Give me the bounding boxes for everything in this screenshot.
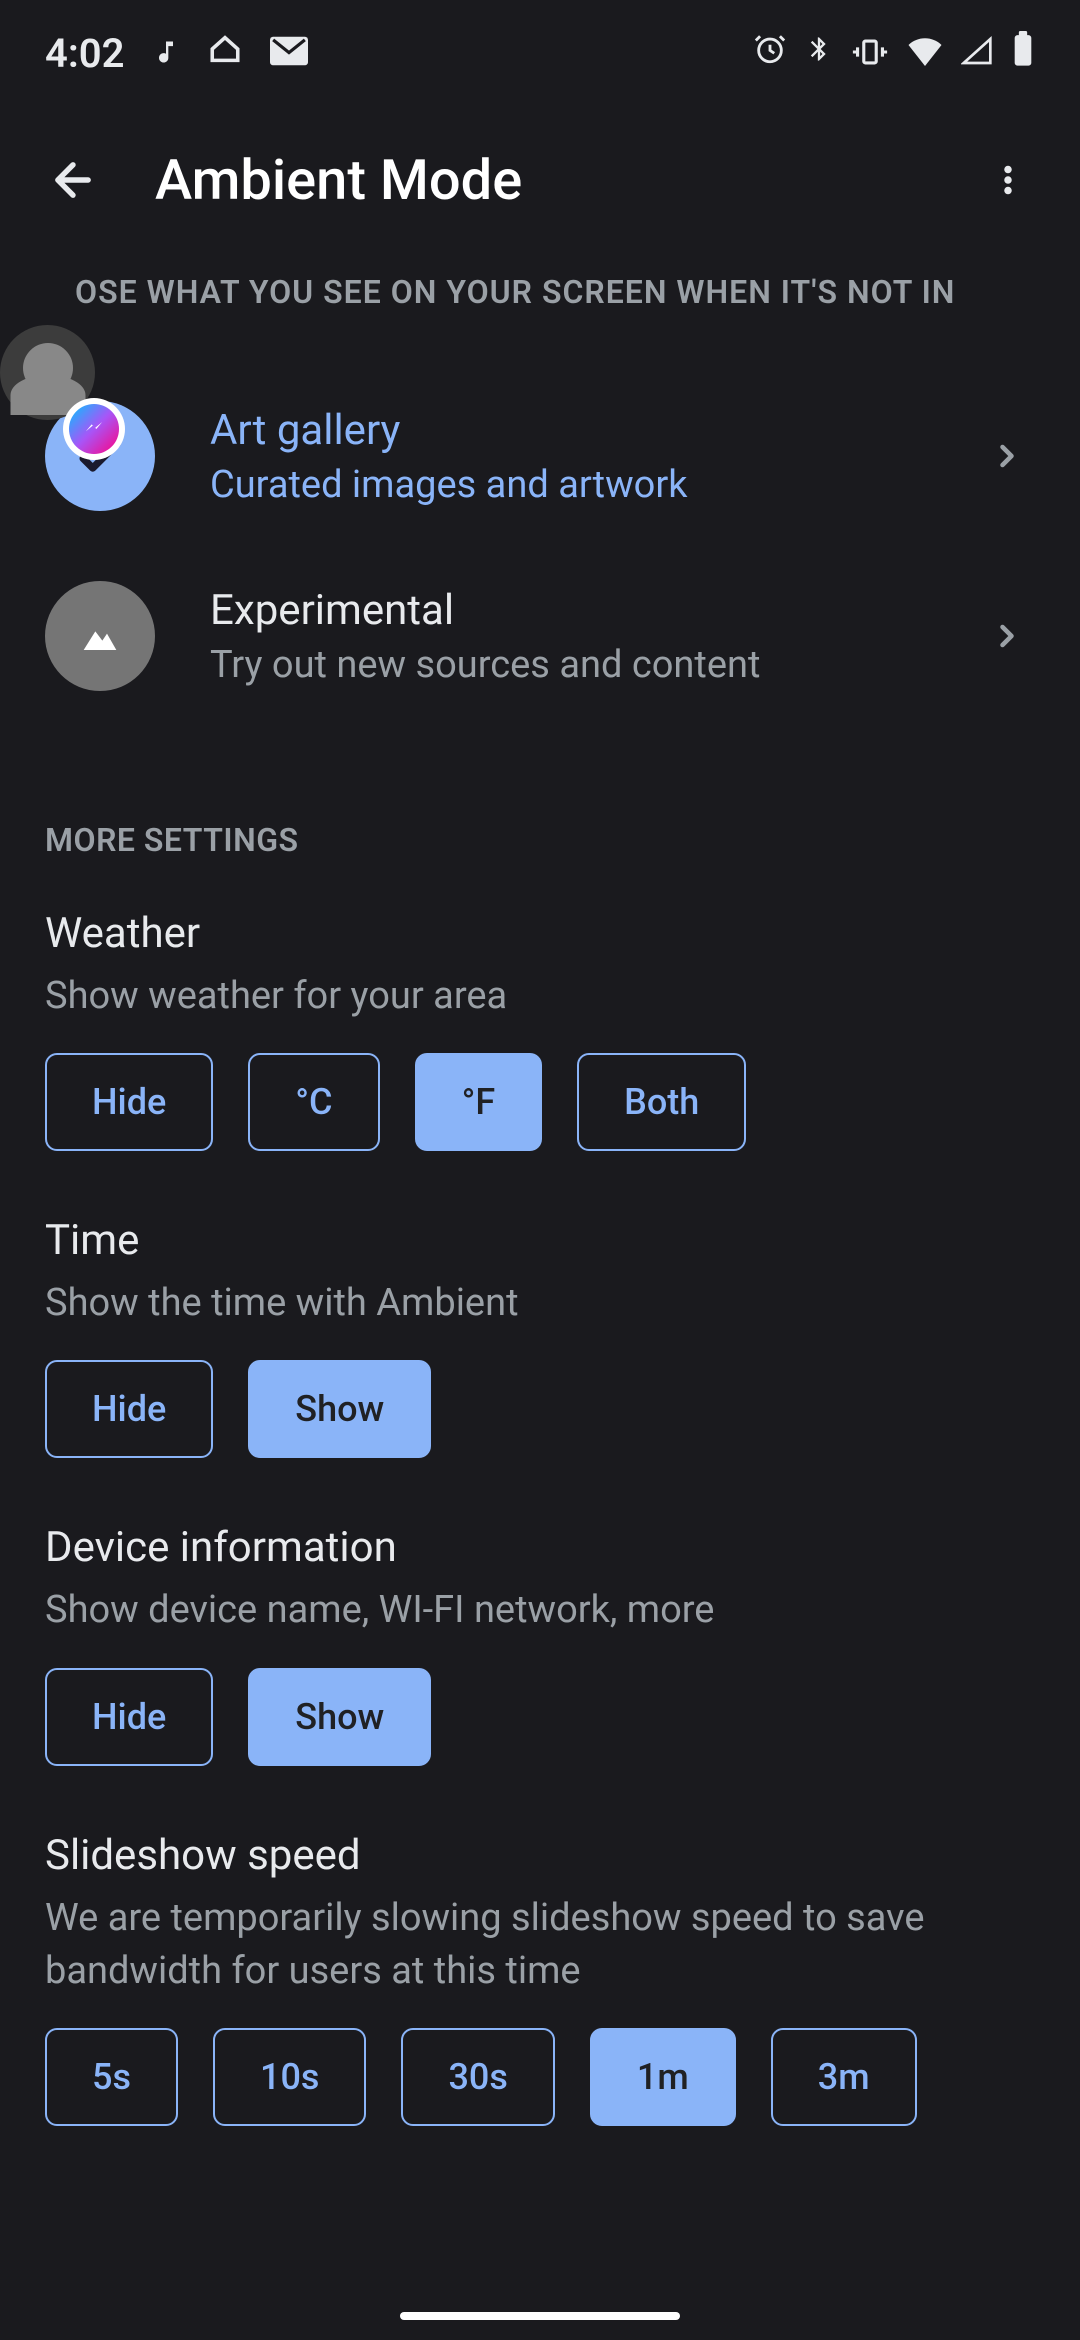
- setting-title: Device information: [45, 1523, 1035, 1572]
- setting-time: Time Show the time with Ambient Hide Sho…: [45, 1216, 1035, 1458]
- weather-hide-button[interactable]: Hide: [45, 1053, 213, 1151]
- bluetooth-icon: [805, 32, 833, 76]
- wifi-icon: [907, 32, 943, 76]
- slideshow-buttons: 5s 10s 30s 1m 3m: [45, 2028, 1035, 2126]
- weather-celsius-button[interactable]: °C: [248, 1053, 379, 1151]
- device-info-show-button[interactable]: Show: [248, 1668, 431, 1766]
- music-note-icon: [152, 32, 180, 76]
- option-title: Experimental: [210, 586, 934, 635]
- header-label: OSE WHAT YOU SEE ON YOUR SCREEN WHEN IT'…: [75, 273, 1035, 311]
- more-menu-button[interactable]: [980, 153, 1035, 208]
- status-left: 4:02: [45, 30, 308, 77]
- weather-both-button[interactable]: Both: [577, 1053, 746, 1151]
- setting-description: Show the time with Ambient: [45, 1277, 1035, 1330]
- time-show-button[interactable]: Show: [248, 1360, 431, 1458]
- chevron-right-icon: [989, 438, 1025, 474]
- slideshow-3m-button[interactable]: 3m: [771, 2028, 917, 2126]
- setting-description: Show device name, WI-FI network, more: [45, 1584, 1035, 1637]
- home-icon: [208, 32, 242, 76]
- setting-weather: Weather Show weather for your area Hide …: [45, 909, 1035, 1151]
- status-time: 4:02: [45, 30, 124, 77]
- mountain-icon: [72, 608, 128, 664]
- content: OSE WHAT YOU SEE ON YOUR SCREEN WHEN IT'…: [0, 273, 1080, 2126]
- time-hide-button[interactable]: Hide: [45, 1360, 213, 1458]
- setting-title: Time: [45, 1216, 1035, 1265]
- back-button[interactable]: [45, 153, 100, 208]
- setting-description: Show weather for your area: [45, 970, 1035, 1023]
- more-settings-label: MORE SETTINGS: [45, 821, 1035, 859]
- option-experimental[interactable]: Experimental Try out new sources and con…: [45, 546, 1035, 726]
- messenger-icon: [69, 404, 119, 454]
- chat-head-overlay[interactable]: [0, 325, 125, 460]
- device-info-buttons: Hide Show: [45, 1668, 1035, 1766]
- battery-icon: [1011, 31, 1035, 77]
- slideshow-30s-button[interactable]: 30s: [401, 2028, 554, 2126]
- device-info-hide-button[interactable]: Hide: [45, 1668, 213, 1766]
- alarm-icon: [753, 32, 787, 76]
- option-icon-circle: [45, 581, 155, 691]
- nav-home-indicator[interactable]: [400, 2312, 680, 2320]
- option-title: Art gallery: [210, 406, 934, 455]
- setting-title: Slideshow speed: [45, 1831, 1035, 1880]
- status-bar: 4:02: [0, 0, 1080, 97]
- option-subtitle: Curated images and artwork: [210, 463, 934, 507]
- chevron-right-icon: [989, 618, 1025, 654]
- weather-buttons: Hide °C °F Both: [45, 1053, 1035, 1151]
- time-buttons: Hide Show: [45, 1360, 1035, 1458]
- setting-device-info: Device information Show device name, WI-…: [45, 1523, 1035, 1765]
- setting-title: Weather: [45, 909, 1035, 958]
- vibrate-icon: [851, 32, 889, 76]
- setting-slideshow: Slideshow speed We are temporarily slowi…: [45, 1831, 1035, 2126]
- messenger-badge: [63, 398, 125, 460]
- status-right: [753, 31, 1035, 77]
- app-bar: Ambient Mode: [0, 97, 1080, 263]
- slideshow-5s-button[interactable]: 5s: [45, 2028, 178, 2126]
- page-title: Ambient Mode: [155, 147, 925, 213]
- more-vert-icon: [990, 162, 1026, 198]
- weather-fahrenheit-button[interactable]: °F: [415, 1053, 543, 1151]
- setting-description: We are temporarily slowing slideshow spe…: [45, 1892, 1035, 1998]
- mail-icon: [270, 32, 308, 76]
- option-subtitle: Try out new sources and content: [210, 643, 934, 687]
- option-text: Experimental Try out new sources and con…: [210, 586, 934, 687]
- slideshow-1m-button[interactable]: 1m: [590, 2028, 736, 2126]
- slideshow-10s-button[interactable]: 10s: [213, 2028, 366, 2126]
- option-art-gallery[interactable]: Art gallery Curated images and artwork: [45, 366, 1035, 546]
- option-text: Art gallery Curated images and artwork: [210, 406, 934, 507]
- signal-icon: [961, 32, 993, 76]
- arrow-left-icon: [47, 154, 99, 206]
